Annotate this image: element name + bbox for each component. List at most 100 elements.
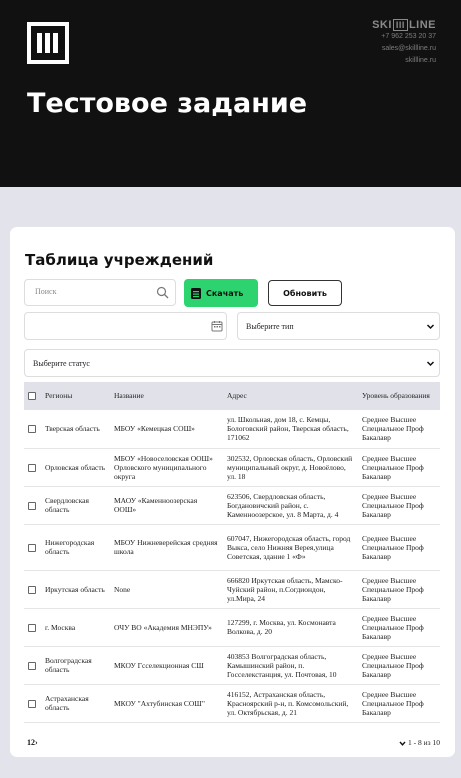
- brand-phone[interactable]: +7 962 253 20 37: [372, 31, 436, 43]
- brand-email[interactable]: sales@skillline.ru: [372, 43, 436, 55]
- cell-address: 127299, г. Москва, ул. Космонавта Волков…: [223, 608, 358, 647]
- cell-region: Нижегородская область: [41, 524, 110, 571]
- row-checkbox[interactable]: [28, 623, 36, 632]
- cell-name: МКОУ "Ахтубинская СОШ": [110, 684, 223, 723]
- row-checkbox-cell: [24, 608, 41, 647]
- table-row[interactable]: Орловская область МБОУ «Новоселовская ООШ…: [24, 448, 440, 487]
- level-item: Бакалавр: [362, 471, 391, 481]
- cell-level: Среднее Высшее Специальное Проф Бакалавр: [358, 570, 440, 609]
- level-item: Среднее Высшее: [362, 651, 417, 661]
- table-row[interactable]: Тверская область МБОУ «Кемецкая СОШ» ул. Ш…: [24, 410, 440, 449]
- chevron-down-icon: [399, 741, 406, 746]
- cell-level: Среднее Высшее Специальное Проф Бакалавр: [358, 486, 440, 525]
- level-item: Бакалавр: [362, 669, 391, 679]
- cell-level: Среднее Высшее Специальное Проф Бакалавр: [358, 684, 440, 723]
- row-checkbox-cell: [24, 486, 41, 525]
- row-checkbox-cell: [24, 410, 41, 449]
- cell-name: МАОУ «Каменноозерская ООШ»: [110, 486, 223, 525]
- row-checkbox-cell: [24, 570, 41, 609]
- select-all-checkbox[interactable]: [28, 392, 36, 401]
- status-select[interactable]: Выберите статус: [24, 349, 440, 377]
- cell-address: 607047, Нижегородская область, город Вык…: [223, 524, 358, 571]
- level-item: Специальное Проф: [362, 622, 424, 632]
- brand-site[interactable]: skillline.ru: [372, 55, 436, 67]
- row-checkbox[interactable]: [28, 463, 36, 472]
- type-select-value: Выберите тип: [246, 321, 294, 331]
- level-item: Среднее Высшее: [362, 575, 417, 585]
- cell-name: МБОУ «Новоселовская ООШ» Орловского муни…: [110, 448, 223, 487]
- cell-level: Среднее Высшее Специальное Проф Бакалавр: [358, 524, 440, 571]
- institutions-table: Регионы Название Адрес Уровень образован…: [24, 382, 440, 723]
- cell-level: Среднее Высшее Специальное Проф Бакалавр: [358, 646, 440, 685]
- level-item: Специальное Проф: [362, 462, 424, 472]
- level-item: Специальное Проф: [362, 424, 424, 434]
- column-header-region[interactable]: Регионы: [41, 382, 110, 410]
- table-row[interactable]: Астраханская область МКОУ "Ахтубинская СО…: [24, 684, 440, 723]
- cell-address: 403853 Волгоградская область, Камышински…: [223, 646, 358, 685]
- column-header-address[interactable]: Адрес: [223, 382, 358, 410]
- cell-address: 623506, Свердловская область, Богданович…: [223, 486, 358, 525]
- brand-info: SKI III LINE +7 962 253 20 37 sales@skilll…: [372, 19, 436, 67]
- level-item: Бакалавр: [362, 433, 391, 443]
- level-item: Специальное Проф: [362, 698, 424, 708]
- level-item: Бакалавр: [362, 631, 391, 641]
- cell-level: Среднее Высшее Специальное Проф Бакалавр: [358, 608, 440, 647]
- cell-address: ул. Школьная, дом 18, с. Кемцы, Бологовс…: [223, 410, 358, 449]
- cell-name: ОЧУ ВО «Академия МНЭПУ»: [110, 608, 223, 647]
- row-checkbox[interactable]: [28, 425, 36, 434]
- column-header-level[interactable]: Уровень образования: [358, 382, 440, 410]
- cell-name: None: [110, 570, 223, 609]
- calendar-icon[interactable]: [211, 320, 223, 332]
- level-item: Бакалавр: [362, 593, 391, 603]
- row-checkbox-cell: [24, 646, 41, 685]
- table-row[interactable]: Нижегородская область МБОУ Нижневерейская…: [24, 524, 440, 571]
- column-header-name[interactable]: Название: [110, 382, 223, 410]
- level-item: Бакалавр: [362, 509, 391, 519]
- level-item: Среднее Высшее: [362, 415, 417, 425]
- row-checkbox[interactable]: [28, 543, 36, 552]
- search-box[interactable]: [24, 279, 176, 306]
- level-item: Специальное Проф: [362, 584, 424, 594]
- row-checkbox-cell: [24, 448, 41, 487]
- row-checkbox-cell: [24, 524, 41, 571]
- table-row[interactable]: г. Москва ОЧУ ВО «Академия МНЭПУ» 127299, …: [24, 608, 440, 647]
- table-row[interactable]: Свердловская область МАОУ «Каменноозерска…: [24, 486, 440, 525]
- download-button[interactable]: Скачать: [184, 279, 258, 307]
- date-input[interactable]: [24, 312, 227, 340]
- status-select-value: Выберите статус: [33, 358, 90, 368]
- search-icon[interactable]: [156, 286, 169, 299]
- cell-region: Иркутская область: [41, 570, 110, 609]
- refresh-button[interactable]: Обновить: [268, 280, 342, 306]
- page-header: SKI III LINE +7 962 253 20 37 sales@skilll…: [0, 0, 461, 187]
- cell-level: Среднее Высшее Специальное Проф Бакалавр: [358, 448, 440, 487]
- level-item: Бакалавр: [362, 707, 391, 717]
- cell-region: г. Москва: [41, 608, 110, 647]
- row-checkbox[interactable]: [28, 501, 36, 510]
- table-title: Таблица учреждений: [25, 251, 214, 269]
- level-item: Среднее Высшее: [362, 689, 417, 699]
- cell-name: МБОУ Нижневерейская средняя школа: [110, 524, 223, 571]
- brand-name: SKI III LINE: [372, 19, 436, 31]
- logo: [27, 22, 69, 64]
- search-input[interactable]: [33, 286, 155, 297]
- row-checkbox[interactable]: [28, 699, 36, 708]
- row-checkbox-cell: [24, 684, 41, 723]
- type-select[interactable]: Выберите тип: [237, 312, 440, 340]
- chevron-down-icon: [426, 324, 435, 330]
- level-item: Специальное Проф: [362, 660, 424, 670]
- download-label: Скачать: [206, 288, 244, 298]
- level-item: Среднее Высшее: [362, 533, 417, 543]
- spreadsheet-icon: [191, 287, 201, 299]
- page-range-label: 1 - 8 из 10: [408, 738, 440, 747]
- row-checkbox[interactable]: [28, 585, 36, 594]
- page-range[interactable]: 1 - 8 из 10: [399, 738, 440, 747]
- pagination: 12›: [27, 738, 38, 747]
- row-checkbox[interactable]: [28, 661, 36, 670]
- cell-region: Тверская область: [41, 410, 110, 449]
- next-page-icon[interactable]: ›: [35, 738, 38, 747]
- page-numbers[interactable]: 12: [27, 738, 35, 747]
- select-all-cell: [24, 382, 41, 410]
- table-row[interactable]: Волгоградская область МКОУ Гсселекционная…: [24, 646, 440, 685]
- table-row[interactable]: Иркутская область None 666820 Иркутская об…: [24, 570, 440, 609]
- page-title: Тестовое задание: [27, 88, 308, 119]
